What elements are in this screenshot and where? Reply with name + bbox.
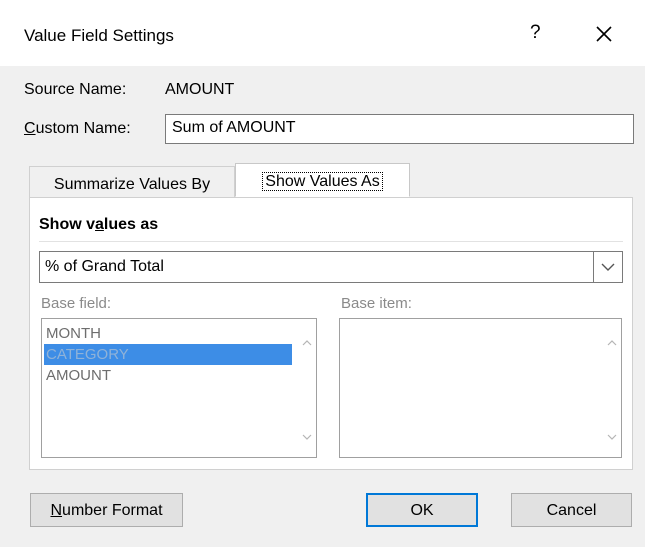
cancel-button[interactable]: Cancel xyxy=(511,493,632,527)
list-item[interactable]: MONTH xyxy=(46,323,101,344)
scroll-down-icon xyxy=(607,434,617,440)
dialog-title: Value Field Settings xyxy=(24,26,174,45)
custom-name-label: Custom Name: xyxy=(24,120,131,137)
number-format-button[interactable]: Number Format xyxy=(30,493,183,527)
ok-button[interactable]: OK xyxy=(366,493,478,527)
base-field-label: Base field: xyxy=(41,295,112,312)
scroll-up-icon xyxy=(302,340,312,346)
base-item-scrollbar[interactable] xyxy=(603,319,621,457)
base-field-scrollbar[interactable] xyxy=(298,319,316,457)
scroll-down-icon xyxy=(302,434,312,440)
list-item-selected[interactable]: CATEGORY xyxy=(44,344,292,365)
tab-show-values-as[interactable]: Show Values As xyxy=(235,163,410,197)
heading-divider xyxy=(39,241,623,242)
close-icon[interactable] xyxy=(592,22,616,46)
help-button[interactable]: ? xyxy=(530,22,541,44)
scroll-up-icon xyxy=(607,340,617,346)
tab-summarize-values-by[interactable]: Summarize Values By xyxy=(29,166,235,198)
show-values-as-heading: Show values as xyxy=(39,216,159,233)
list-item[interactable]: AMOUNT xyxy=(46,365,111,386)
custom-name-value: Sum of AMOUNT xyxy=(172,119,296,136)
base-item-list[interactable] xyxy=(339,318,622,458)
chevron-down-icon[interactable] xyxy=(593,252,622,282)
base-field-list[interactable]: MONTH CATEGORY AMOUNT xyxy=(41,318,317,458)
show-values-as-value: % of Grand Total xyxy=(45,258,164,275)
source-name-value: AMOUNT xyxy=(165,81,235,98)
source-name-label: Source Name: xyxy=(24,81,127,98)
base-item-label: Base item: xyxy=(341,295,412,312)
custom-name-input[interactable]: Sum of AMOUNT xyxy=(165,114,634,144)
show-values-as-select[interactable]: % of Grand Total xyxy=(39,251,623,283)
